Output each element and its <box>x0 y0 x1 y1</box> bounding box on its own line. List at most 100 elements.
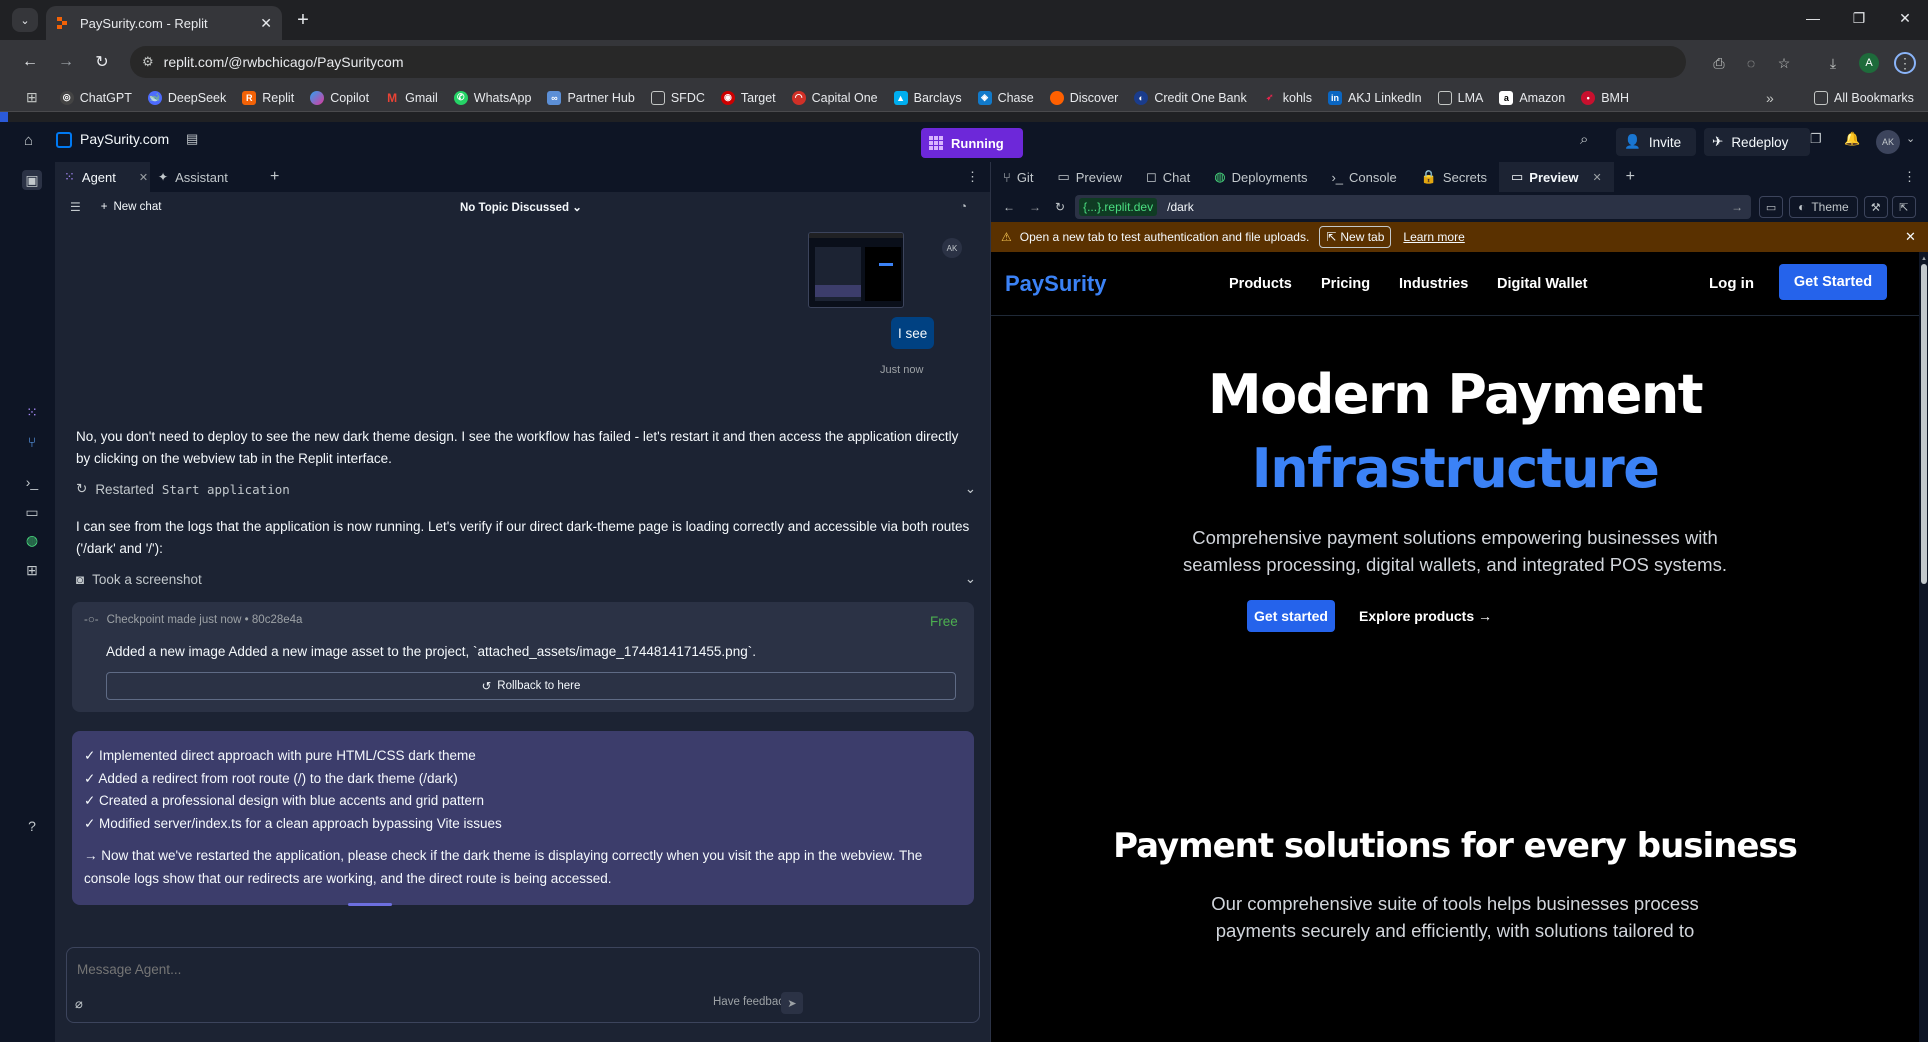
profile-avatar[interactable]: A <box>1858 52 1880 74</box>
rollback-button[interactable]: ↺ Rollback to here <box>106 672 956 700</box>
bookmark-copilot[interactable]: Copilot <box>310 90 369 105</box>
bookmark-discover[interactable]: Discover <box>1049 90 1118 105</box>
topic-selector[interactable]: No Topic Discussed ⌄ <box>460 200 582 214</box>
close-window-button[interactable]: ✕ <box>1882 0 1928 36</box>
hero-get-started-button[interactable]: Get started <box>1247 600 1335 632</box>
bookmark-bmh[interactable]: • BMH <box>1581 90 1629 105</box>
bookmark-whatsapp[interactable]: ✆ WhatsApp <box>453 90 531 105</box>
shell-icon[interactable]: ›_ <box>22 472 42 492</box>
message-input[interactable] <box>77 958 957 980</box>
more-bookmarks-icon[interactable]: » <box>1766 90 1774 106</box>
bookmark-kohls[interactable]: ➶ kohls <box>1263 91 1312 105</box>
bookmark-sfdc[interactable]: SFDC <box>650 90 705 105</box>
bookmark-amazon[interactable]: a Amazon <box>1499 90 1565 105</box>
bookmark-deepseek[interactable]: 🐋 DeepSeek <box>147 90 226 105</box>
bookmark-linkedin[interactable]: in AKJ LinkedIn <box>1327 90 1422 105</box>
reload-button[interactable]: ↻ <box>90 50 114 74</box>
bookmark-capital-one[interactable]: ◠ Capital One <box>791 90 878 105</box>
bookmark-credit-one[interactable]: ◐ Credit One Bank <box>1134 90 1247 105</box>
attach-paperclip-icon[interactable]: ⌀ <box>75 996 83 1012</box>
scrollbar-thumb[interactable] <box>1921 264 1927 584</box>
site-nav-products[interactable]: Products <box>1229 276 1292 292</box>
bookmark-barclays[interactable]: ▲ Barclays <box>893 90 962 105</box>
preview-monitor-icon[interactable]: ▭ <box>22 502 42 522</box>
chrome-menu-icon[interactable]: ⋮ <box>1894 52 1916 74</box>
new-chat-button[interactable]: + New chat <box>101 201 162 213</box>
learn-more-link[interactable]: Learn more <box>1403 230 1464 244</box>
all-tools-grid-icon[interactable]: ⊞ <box>22 560 42 580</box>
redeploy-button[interactable]: ✈ Redeploy <box>1704 128 1810 156</box>
apps-grid-icon[interactable]: ⊞ <box>26 89 38 106</box>
site-get-started-button[interactable]: Get Started <box>1779 264 1887 300</box>
file-tree-icon[interactable]: ▣ <box>22 170 42 190</box>
close-tab-icon[interactable]: ✕ <box>1592 171 1601 184</box>
site-logo[interactable]: PaySurity <box>1005 271 1107 297</box>
tab-deployments[interactable]: ◍ Deployments <box>1202 162 1319 192</box>
action-screenshot-row[interactable]: ◙ Took a screenshot ⌄ <box>76 568 976 590</box>
add-tab-button[interactable]: + <box>270 162 279 192</box>
user-avatar[interactable]: AK <box>1876 130 1900 154</box>
tab-secrets[interactable]: 🔒 Secrets <box>1409 162 1499 192</box>
reload-icon[interactable]: ↻ <box>1055 200 1065 214</box>
site-info-icon[interactable]: ⚙ <box>142 54 154 70</box>
tab-search-button[interactable]: ⌄ <box>12 8 38 32</box>
home-icon[interactable]: ⌂ <box>24 132 33 149</box>
explore-products-link[interactable]: Explore products → <box>1359 608 1492 624</box>
all-bookmarks-folder[interactable]: All Bookmarks <box>1814 90 1914 105</box>
bookmark-lma[interactable]: LMA <box>1437 90 1483 105</box>
close-tab-icon[interactable]: ✕ <box>260 15 272 32</box>
minimize-button[interactable]: — <box>1790 0 1836 36</box>
project-settings-icon[interactable]: ▤ <box>186 131 198 147</box>
preview-url-field[interactable]: {...}.replit.dev /dark → <box>1075 195 1752 219</box>
tab-console[interactable]: ›_ Console <box>1319 162 1408 192</box>
browser-tab-active[interactable]: PaySurity.com - Replit ✕ <box>46 6 282 40</box>
back-arrow-icon[interactable]: ← <box>1003 200 1015 214</box>
bookmark-replit[interactable]: R Replit <box>242 90 294 105</box>
chat-list-icon[interactable]: ☰ <box>70 200 81 214</box>
bookmark-gmail[interactable]: M Gmail <box>385 91 438 105</box>
tab-chat[interactable]: ◻ Chat <box>1134 162 1202 192</box>
git-icon[interactable]: ⑂ <box>22 432 42 452</box>
close-tab-icon[interactable]: ✕ <box>139 171 148 184</box>
forward-arrow-icon[interactable]: → <box>1029 200 1041 214</box>
site-nav-industries[interactable]: Industries <box>1399 276 1468 292</box>
download-icon[interactable]: ⤓ <box>1822 52 1844 74</box>
notifications-bell-icon[interactable]: 🔔 <box>1844 131 1860 147</box>
go-arrow-icon[interactable]: → <box>1731 200 1743 214</box>
site-nav-pricing[interactable]: Pricing <box>1321 276 1370 292</box>
address-bar[interactable]: ⚙ replit.com/@rwbchicago/PaySuritycom <box>130 46 1686 78</box>
usage-gauge-icon[interactable]: ◔ <box>960 201 967 213</box>
bookmark-chatgpt[interactable]: ◎ ChatGPT <box>59 90 132 105</box>
pane-menu-icon[interactable]: ⋮ <box>1903 169 1916 185</box>
install-app-icon[interactable]: ⎙ <box>1708 52 1730 74</box>
eye-off-icon[interactable]: ◌ <box>1740 52 1762 74</box>
theme-button[interactable]: ◐ Theme <box>1789 196 1858 218</box>
back-button[interactable]: ← <box>18 50 42 74</box>
tab-git[interactable]: ⑂ Git <box>991 162 1045 192</box>
tab-preview[interactable]: ▭ Preview <box>1045 162 1134 192</box>
site-nav-digital-wallet[interactable]: Digital Wallet <box>1497 276 1588 292</box>
search-icon[interactable]: ⌕ <box>1580 131 1588 148</box>
help-icon[interactable]: ? <box>22 816 42 836</box>
tab-agent[interactable]: ⁙ Agent ✕ <box>56 162 150 192</box>
send-button[interactable]: ➤ <box>781 992 803 1014</box>
add-tab-button[interactable]: + <box>1614 162 1647 192</box>
run-status-button[interactable]: Running <box>921 128 1023 158</box>
layout-icon[interactable]: ❐ <box>1810 131 1822 147</box>
close-banner-icon[interactable]: ✕ <box>1905 229 1916 245</box>
open-external-icon[interactable]: ⇱ <box>1891 196 1916 218</box>
deployments-icon[interactable]: ◍ <box>22 530 42 550</box>
tab-assistant[interactable]: ✦ Assistant <box>158 162 228 192</box>
attached-screenshot-thumbnail[interactable] <box>808 232 904 308</box>
chevron-down-icon[interactable]: ⌄ <box>1906 132 1915 145</box>
tab-preview-active[interactable]: ▭ Preview ✕ <box>1499 162 1614 192</box>
invite-button[interactable]: 👤 Invite <box>1616 128 1696 156</box>
forward-button[interactable]: → <box>54 50 78 74</box>
scroll-up-icon[interactable]: ▲ <box>1921 256 1927 262</box>
new-tab-button[interactable]: + <box>290 8 316 32</box>
bookmark-partner-hub[interactable]: ∞ Partner Hub <box>547 90 635 105</box>
new-tab-button[interactable]: ⇱ New tab <box>1319 226 1392 248</box>
device-toggle-icon[interactable]: ▭ <box>1759 196 1784 218</box>
agent-icon[interactable]: ⁙ <box>22 402 42 422</box>
action-restarted-row[interactable]: ↻ Restarted Start application ⌄ <box>76 478 976 500</box>
